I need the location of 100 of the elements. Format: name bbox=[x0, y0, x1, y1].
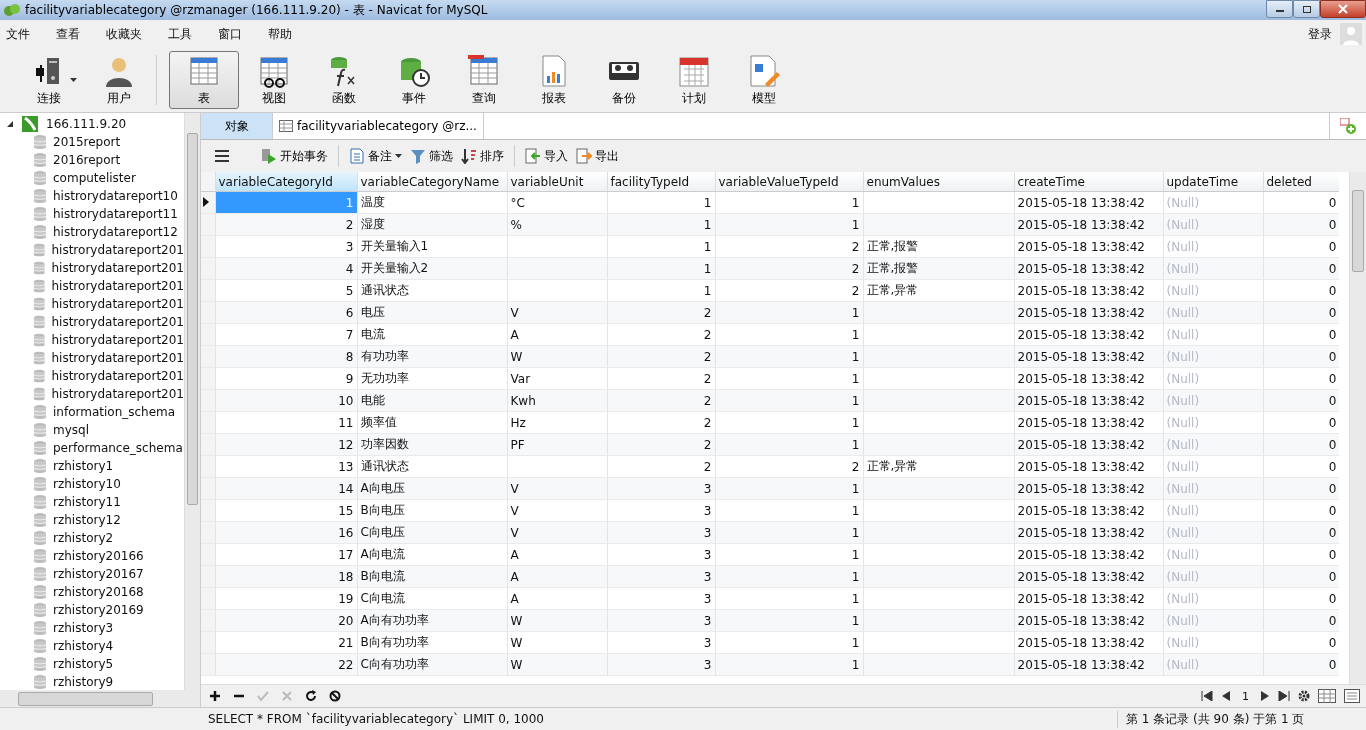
form-view-icon[interactable] bbox=[1344, 689, 1360, 703]
toolbar-button[interactable]: 筛选 bbox=[408, 145, 455, 167]
table-cell: 1 bbox=[715, 477, 863, 500]
maximize-button[interactable] bbox=[1293, 0, 1320, 18]
close-button[interactable] bbox=[1320, 0, 1366, 18]
minimize-button[interactable] bbox=[1266, 0, 1293, 18]
column-header[interactable]: variableCategoryId bbox=[215, 172, 357, 192]
column-header[interactable]: facilityTypeId bbox=[607, 172, 715, 192]
tree-item[interactable]: 2016report bbox=[0, 151, 184, 169]
first-page-icon[interactable] bbox=[1201, 691, 1213, 701]
tree-item[interactable]: rzhistory20166 bbox=[0, 547, 184, 565]
tree-item[interactable]: rzhistory1 bbox=[0, 457, 184, 475]
table-cell: 1 bbox=[715, 631, 863, 654]
login-link[interactable]: 登录 bbox=[1308, 25, 1332, 43]
stop-icon[interactable] bbox=[329, 690, 341, 702]
tree-item[interactable]: histrorydatareport201 bbox=[0, 277, 184, 295]
toolbar-button[interactable]: 查询 bbox=[449, 51, 519, 109]
grid-view-icon[interactable] bbox=[1318, 689, 1336, 703]
menu-item[interactable]: 帮助 bbox=[268, 25, 292, 43]
toolbar-button[interactable]: 连接 bbox=[14, 51, 84, 109]
table-cell: A向电压 bbox=[357, 477, 507, 500]
tree-item[interactable]: rzhistory4 bbox=[0, 637, 184, 655]
toolbar-button[interactable]: 开始事务 bbox=[259, 145, 330, 167]
add-table-icon[interactable] bbox=[1340, 118, 1356, 134]
tree-item[interactable]: histrorydatareport12 bbox=[0, 223, 184, 241]
toolbar-button[interactable]: 视图 bbox=[239, 51, 309, 109]
column-header[interactable]: variableValueTypeId bbox=[715, 172, 863, 192]
tree-item[interactable]: histrorydatareport201 bbox=[0, 385, 184, 403]
tree-item[interactable]: histrorydatareport201 bbox=[0, 259, 184, 277]
table-cell: 2015-05-18 13:38:42 bbox=[1014, 477, 1163, 500]
tree-item[interactable]: histrorydatareport201 bbox=[0, 313, 184, 331]
menu-item[interactable]: 窗口 bbox=[218, 25, 242, 43]
column-header[interactable]: variableUnit bbox=[507, 172, 607, 192]
column-header[interactable]: deleted bbox=[1263, 172, 1339, 192]
toolbar-button[interactable]: 排序 bbox=[459, 145, 506, 167]
tree-item[interactable]: rzhistory20169 bbox=[0, 601, 184, 619]
toolbar-button[interactable]: 模型 bbox=[729, 51, 799, 109]
toolbar-button[interactable]: 函数 bbox=[309, 51, 379, 109]
tree-item[interactable]: rzhistory20168 bbox=[0, 583, 184, 601]
tree-item[interactable]: histrorydatareport201 bbox=[0, 295, 184, 313]
settings-icon[interactable] bbox=[1298, 690, 1310, 702]
tree-item[interactable]: rzhistory5 bbox=[0, 655, 184, 673]
table-cell: 0 bbox=[1263, 543, 1339, 566]
toolbar-button[interactable]: 导出 bbox=[574, 145, 621, 167]
previous-page-icon[interactable] bbox=[1221, 691, 1231, 701]
toolbar-button[interactable]: 备份 bbox=[589, 51, 659, 109]
tree-item[interactable]: rzhistory20167 bbox=[0, 565, 184, 583]
horizontal-scrollbar[interactable] bbox=[0, 690, 200, 707]
column-header[interactable]: enumValues bbox=[863, 172, 1014, 192]
tree-item[interactable]: rzhistory11 bbox=[0, 493, 184, 511]
table-cell: (Null) bbox=[1163, 631, 1263, 654]
table-cell: 2015-05-18 13:38:42 bbox=[1014, 235, 1163, 258]
tree-item[interactable]: histrorydatareport201 bbox=[0, 367, 184, 385]
tree-item[interactable]: histrorydatareport201 bbox=[0, 349, 184, 367]
toolbar-button[interactable]: 用户 bbox=[84, 51, 154, 109]
tree-item[interactable]: histrorydatareport11 bbox=[0, 205, 184, 223]
dropdown-caret-icon[interactable] bbox=[70, 78, 77, 82]
vertical-scrollbar[interactable] bbox=[1349, 172, 1366, 684]
page-number-field[interactable]: 1 bbox=[1239, 689, 1252, 703]
add-icon[interactable] bbox=[209, 690, 221, 702]
table-cell: 2015-05-18 13:38:42 bbox=[1014, 543, 1163, 566]
menu-item[interactable]: 查看 bbox=[56, 25, 80, 43]
table-cell: 9 bbox=[215, 367, 357, 390]
expander-icon[interactable] bbox=[6, 120, 14, 128]
tree-item[interactable]: rzhistory2 bbox=[0, 529, 184, 547]
last-page-icon[interactable] bbox=[1278, 691, 1290, 701]
table-cell: A向有功功率 bbox=[357, 609, 507, 632]
column-header[interactable]: createTime bbox=[1014, 172, 1163, 192]
tree-item[interactable]: computelister bbox=[0, 169, 184, 187]
next-page-icon[interactable] bbox=[1260, 691, 1270, 701]
table-cell: 2015-05-18 13:38:42 bbox=[1014, 521, 1163, 544]
toolbar-button[interactable]: 表 bbox=[169, 51, 239, 109]
vertical-scrollbar[interactable] bbox=[184, 113, 200, 690]
menu-item[interactable]: 收藏夹 bbox=[106, 25, 142, 43]
toolbar-button[interactable]: 导入 bbox=[523, 145, 570, 167]
toolbar-button[interactable]: 计划 bbox=[659, 51, 729, 109]
table-cell: A bbox=[507, 543, 607, 566]
tree-item[interactable]: rzhistory12 bbox=[0, 511, 184, 529]
menu-item[interactable]: 工具 bbox=[168, 25, 192, 43]
tree-item[interactable]: information_schema bbox=[0, 403, 184, 421]
refresh-icon[interactable] bbox=[305, 690, 317, 702]
column-header[interactable]: variableCategoryName bbox=[357, 172, 507, 192]
tree-item[interactable]: histrorydatareport10 bbox=[0, 187, 184, 205]
tab[interactable]: 对象 bbox=[201, 113, 273, 139]
tree-item[interactable]: mysql bbox=[0, 421, 184, 439]
tree-item[interactable]: 2015report bbox=[0, 133, 184, 151]
toolbar-button[interactable]: 备注 bbox=[347, 145, 404, 167]
column-header[interactable]: updateTime bbox=[1163, 172, 1263, 192]
menu-item[interactable]: 文件 bbox=[6, 25, 30, 43]
menu-icon[interactable] bbox=[215, 150, 229, 162]
toolbar-button[interactable]: 报表 bbox=[519, 51, 589, 109]
tree-item[interactable]: rzhistory10 bbox=[0, 475, 184, 493]
tree-item[interactable]: histrorydatareport201 bbox=[0, 331, 184, 349]
tree-item[interactable]: performance_schema bbox=[0, 439, 184, 457]
tree-item[interactable]: 166.111.9.20 bbox=[0, 115, 184, 133]
tree-item[interactable]: rzhistory3 bbox=[0, 619, 184, 637]
tree-item[interactable]: rzhistory9 bbox=[0, 673, 184, 690]
tree-item[interactable]: histrorydatareport201 bbox=[0, 241, 184, 259]
toolbar-button[interactable]: 事件 bbox=[379, 51, 449, 109]
current-row-icon bbox=[203, 196, 209, 207]
